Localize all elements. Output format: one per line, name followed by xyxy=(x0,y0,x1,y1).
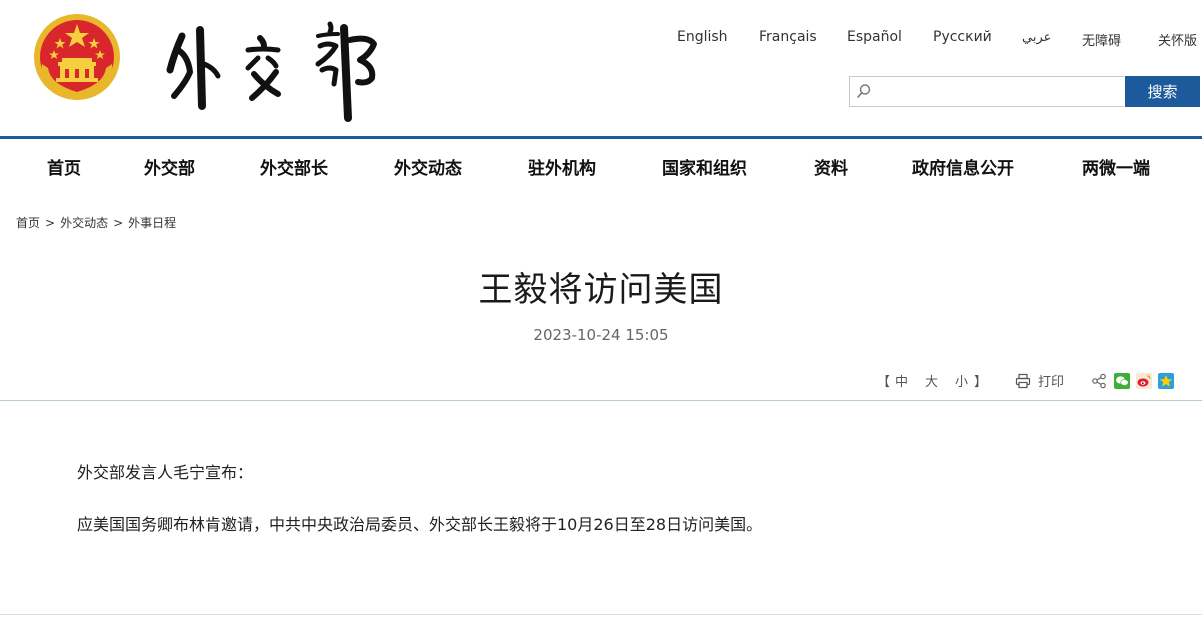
article-paragraph: 外交部发言人毛宁宣布： xyxy=(77,463,254,482)
site-header: English Français Español Русский عربي 无障… xyxy=(0,0,1202,136)
lang-french-link[interactable]: Français xyxy=(759,29,817,45)
search-icon xyxy=(857,84,871,98)
accessibility-link[interactable]: 无障碍 xyxy=(1082,30,1121,49)
breadcrumb-news-link[interactable]: 外交动态 xyxy=(60,216,108,230)
lang-english-link[interactable]: English xyxy=(677,29,728,45)
font-size-bracket-open: 【 xyxy=(877,375,891,390)
article-toolbar: 【 中 大 小 】 打印 xyxy=(0,371,1202,393)
lang-russian-link[interactable]: Русский xyxy=(933,29,992,45)
qzone-icon[interactable] xyxy=(1158,373,1174,389)
font-size-large-button[interactable]: 大 xyxy=(925,371,938,390)
nav-item-gov-info[interactable]: 政府信息公开 xyxy=(912,154,1014,179)
printer-icon[interactable] xyxy=(1015,373,1031,389)
article-paragraph: 应美国国务卿布林肯邀请，中共中央政治局委员、外交部长王毅将于10月26日至28日… xyxy=(77,515,763,534)
search-input[interactable] xyxy=(876,80,1120,104)
weibo-icon[interactable] xyxy=(1136,373,1152,389)
national-emblem-icon[interactable] xyxy=(32,12,122,102)
font-size-bracket-close: 】 xyxy=(974,375,988,390)
share-icon[interactable] xyxy=(1091,373,1107,389)
language-bar: English Français Español Русский عربي 无障… xyxy=(0,29,1202,49)
article-date: 2023-10-24 15:05 xyxy=(533,326,669,344)
lang-spanish-link[interactable]: Español xyxy=(847,29,902,45)
wechat-icon[interactable] xyxy=(1114,373,1130,389)
breadcrumb: 首页 > 外交动态 > 外事日程 xyxy=(16,214,176,231)
font-size-small-button[interactable]: 小 xyxy=(955,371,968,390)
nav-item-home[interactable]: 首页 xyxy=(47,154,81,179)
nav-item-minister[interactable]: 外交部长 xyxy=(260,154,328,179)
main-nav: 首页 外交部 外交部长 外交动态 驻外机构 国家和组织 资料 政府信息公开 两微… xyxy=(0,139,1202,191)
nav-item-resources[interactable]: 资料 xyxy=(814,154,848,179)
search-button[interactable]: 搜索 xyxy=(1125,76,1200,107)
print-link[interactable]: 打印 xyxy=(1038,371,1064,390)
nav-item-social-media[interactable]: 两微一端 xyxy=(1082,154,1150,179)
article-title: 王毅将访问美国 xyxy=(478,270,724,310)
nav-item-ministry[interactable]: 外交部 xyxy=(144,154,195,179)
header-content-divider xyxy=(0,400,1202,401)
elderly-care-link[interactable]: 关怀版 xyxy=(1158,30,1197,49)
content-bottom-divider xyxy=(0,614,1202,615)
nav-item-missions-abroad[interactable]: 驻外机构 xyxy=(528,154,596,179)
breadcrumb-schedule-link[interactable]: 外事日程 xyxy=(128,216,176,230)
nav-item-countries-orgs[interactable]: 国家和组织 xyxy=(662,154,747,179)
breadcrumb-separator: > xyxy=(113,216,124,230)
nav-item-diplomatic-news[interactable]: 外交动态 xyxy=(394,154,462,179)
lang-arabic-link[interactable]: عربي xyxy=(1022,30,1051,45)
breadcrumb-home-link[interactable]: 首页 xyxy=(16,216,40,230)
font-size-medium-button[interactable]: 中 xyxy=(895,371,908,390)
search-box xyxy=(849,76,1124,107)
breadcrumb-separator: > xyxy=(45,216,56,230)
